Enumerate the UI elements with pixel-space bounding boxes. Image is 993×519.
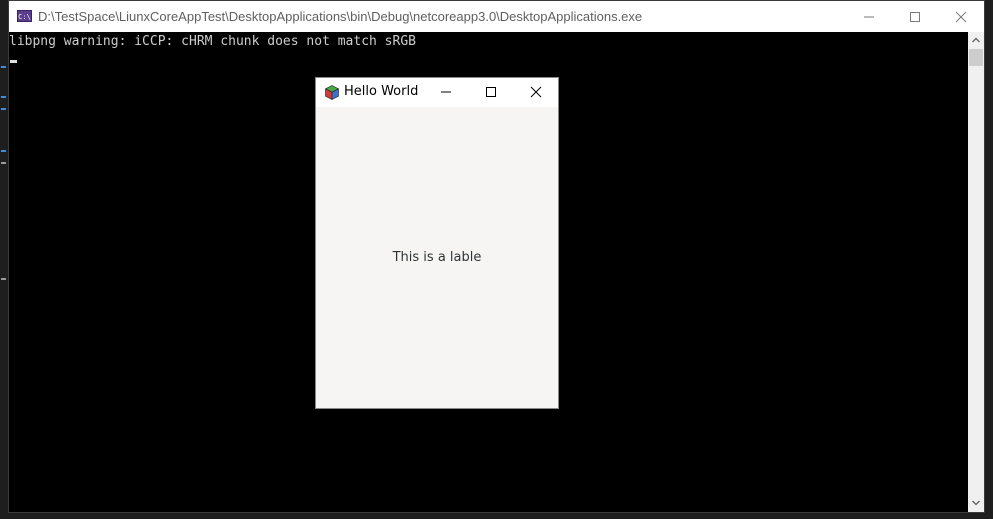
maximize-icon	[910, 12, 920, 22]
hello-world-window: Hello World This is a lable	[315, 77, 559, 409]
chevron-down-icon	[972, 500, 980, 506]
hello-maximize-button[interactable]	[469, 78, 513, 107]
edge-fragment	[1, 96, 6, 98]
gtk-cube-icon	[325, 85, 339, 100]
hello-world-titlebar[interactable]: Hello World	[316, 78, 558, 107]
edge-fragment	[1, 150, 6, 152]
maximize-icon	[486, 87, 496, 97]
edge-fragment	[1, 278, 6, 280]
minimize-icon	[864, 16, 874, 18]
hello-minimize-button[interactable]	[424, 78, 468, 107]
console-window-title: D:\TestSpace\LiunxCoreAppTest\DesktopApp…	[38, 9, 643, 24]
console-vertical-scrollbar[interactable]	[968, 32, 984, 512]
hello-world-content: This is a lable	[316, 107, 558, 408]
scroll-down-button[interactable]	[968, 495, 984, 512]
console-maximize-button[interactable]	[892, 1, 938, 32]
edge-fragment	[1, 66, 6, 68]
console-titlebar[interactable]: C:\ D:\TestSpace\LiunxCoreAppTest\Deskto…	[9, 1, 984, 32]
close-icon	[955, 11, 967, 23]
edge-fragment	[1, 162, 6, 164]
hello-world-window-title: Hello World	[344, 84, 419, 99]
text-cursor	[10, 60, 17, 63]
console-app-icon: C:\	[17, 10, 32, 22]
console-close-button[interactable]	[938, 1, 984, 32]
console-output-line: libpng warning: iCCP: cHRM chunk does no…	[9, 34, 416, 49]
minimize-icon	[441, 91, 451, 93]
hello-close-button[interactable]	[514, 78, 558, 107]
close-icon	[530, 86, 542, 98]
scrollbar-thumb[interactable]	[969, 49, 983, 66]
hello-label: This is a lable	[392, 250, 482, 265]
console-minimize-button[interactable]	[846, 1, 892, 32]
background-app-edge	[0, 0, 8, 519]
scroll-up-button[interactable]	[968, 32, 984, 49]
chevron-up-icon	[972, 37, 980, 43]
edge-fragment	[1, 108, 6, 110]
